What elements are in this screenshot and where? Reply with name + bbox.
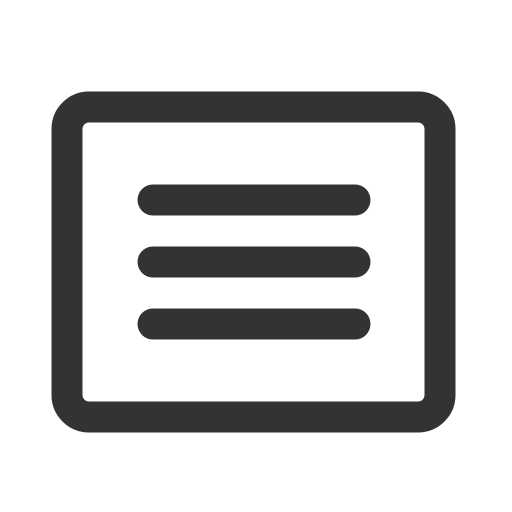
icon-canvas (0, 0, 512, 512)
text-panel-icon (51, 91, 456, 433)
